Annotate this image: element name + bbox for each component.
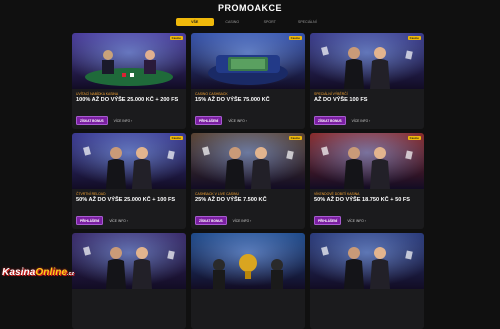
more-info-link[interactable]: Více info › xyxy=(233,219,252,223)
more-info-link[interactable]: Více info › xyxy=(109,219,128,223)
promo-category: Čtvrtní reload xyxy=(76,192,106,196)
promo-image[interactable] xyxy=(72,133,186,189)
promo-image[interactable] xyxy=(310,33,424,89)
promo-card: Casino Cashback v live casinu 25% až do vý… xyxy=(191,133,305,229)
promo-title: 15% až do výše 75.000 Kč xyxy=(195,97,270,103)
promo-actions: Přihlášení Více info › xyxy=(76,216,128,225)
more-info-link[interactable]: Více info › xyxy=(352,119,371,123)
chevron-right-icon: › xyxy=(245,118,247,123)
promo-cta-button[interactable]: Získat bonus xyxy=(76,116,108,125)
promo-actions: Získat bonus Více info › xyxy=(314,116,370,125)
tab-sport[interactable]: Sport xyxy=(251,18,289,26)
more-info-link[interactable]: Více info › xyxy=(228,119,247,123)
promo-cta-button[interactable]: Získat bonus xyxy=(314,116,346,125)
more-info-link[interactable]: Více info › xyxy=(347,219,366,223)
promo-category: Cashback v live casinu xyxy=(195,192,239,196)
chevron-right-icon: › xyxy=(131,118,133,123)
promo-cta-button[interactable]: Získat bonus xyxy=(195,216,227,225)
promo-image[interactable] xyxy=(191,33,305,89)
promo-type-badge: Casino xyxy=(407,36,421,40)
promo-cta-button[interactable]: Přihlášení xyxy=(314,216,342,225)
promo-category: Víkendové dobití kasina xyxy=(314,192,360,196)
promo-card: Casino Čtvrtní reload 50% až do výše 25.00… xyxy=(72,133,186,229)
promo-image[interactable] xyxy=(72,33,186,89)
promo-actions: Přihlášení Více info › xyxy=(314,216,366,225)
promo-category: Speciální výběrčí xyxy=(314,92,348,96)
page-title: PROMOAKCE xyxy=(217,3,282,13)
promo-card xyxy=(310,233,424,329)
promo-card: Casino Speciální výběrčí až do výše 100 FS… xyxy=(310,33,424,129)
promo-image[interactable] xyxy=(191,133,305,189)
chevron-right-icon: › xyxy=(369,118,371,123)
promo-title: 50% až do výše 25.000 Kč + 100 FS xyxy=(76,197,176,203)
promo-title: 50% až do výše 18.750 Kč + 50 FS xyxy=(314,197,411,203)
promo-type-badge: Casino xyxy=(288,136,302,140)
logo-text: KasinaOnline.cz xyxy=(2,266,75,278)
promo-card: Casino Uvítací nabídka kasina 100% až do v… xyxy=(72,33,186,129)
promo-title: 100% až do výše 25.000 Kč + 200 FS xyxy=(76,97,179,103)
promo-card xyxy=(72,233,186,329)
promo-type-badge: Casino xyxy=(407,136,421,140)
promo-category: Uvítací nabídka kasina xyxy=(76,92,119,96)
promo-card: Casino Víkendové dobití kasina 50% až do v… xyxy=(310,133,424,229)
tab-all[interactable]: Vše xyxy=(176,17,214,26)
chevron-right-icon: › xyxy=(250,218,252,223)
promo-cta-button[interactable]: Přihlášení xyxy=(76,216,104,225)
chevron-right-icon: › xyxy=(364,218,366,223)
promo-card xyxy=(191,233,305,329)
site-logo[interactable]: KasinaOnline.cz xyxy=(2,264,86,280)
promo-type-badge: Casino xyxy=(169,36,183,40)
tab-special[interactable]: Speciální xyxy=(289,18,327,26)
promo-title: až do výše 100 FS xyxy=(314,97,368,103)
promo-image[interactable] xyxy=(310,133,424,189)
promo-actions: Získat bonus Více info › xyxy=(195,216,251,225)
category-tabs: Vše Casino Sport Speciální xyxy=(176,17,326,26)
promo-actions: Přihlášení Více info › xyxy=(195,116,247,125)
more-info-link[interactable]: Více info › xyxy=(114,119,133,123)
chevron-right-icon: › xyxy=(126,218,128,223)
promo-cta-button[interactable]: Přihlášení xyxy=(195,116,223,125)
promo-actions: Získat bonus Více info › xyxy=(76,116,132,125)
promo-title: 25% až do výše 7.500 Kč xyxy=(195,197,267,203)
promo-category: Casino cashback xyxy=(195,92,228,96)
tab-casino[interactable]: Casino xyxy=(214,18,252,26)
promo-type-badge: Casino xyxy=(288,36,302,40)
promo-card: Casino Casino cashback 15% až do výše 75.0… xyxy=(191,33,305,129)
promo-type-badge: Casino xyxy=(169,136,183,140)
